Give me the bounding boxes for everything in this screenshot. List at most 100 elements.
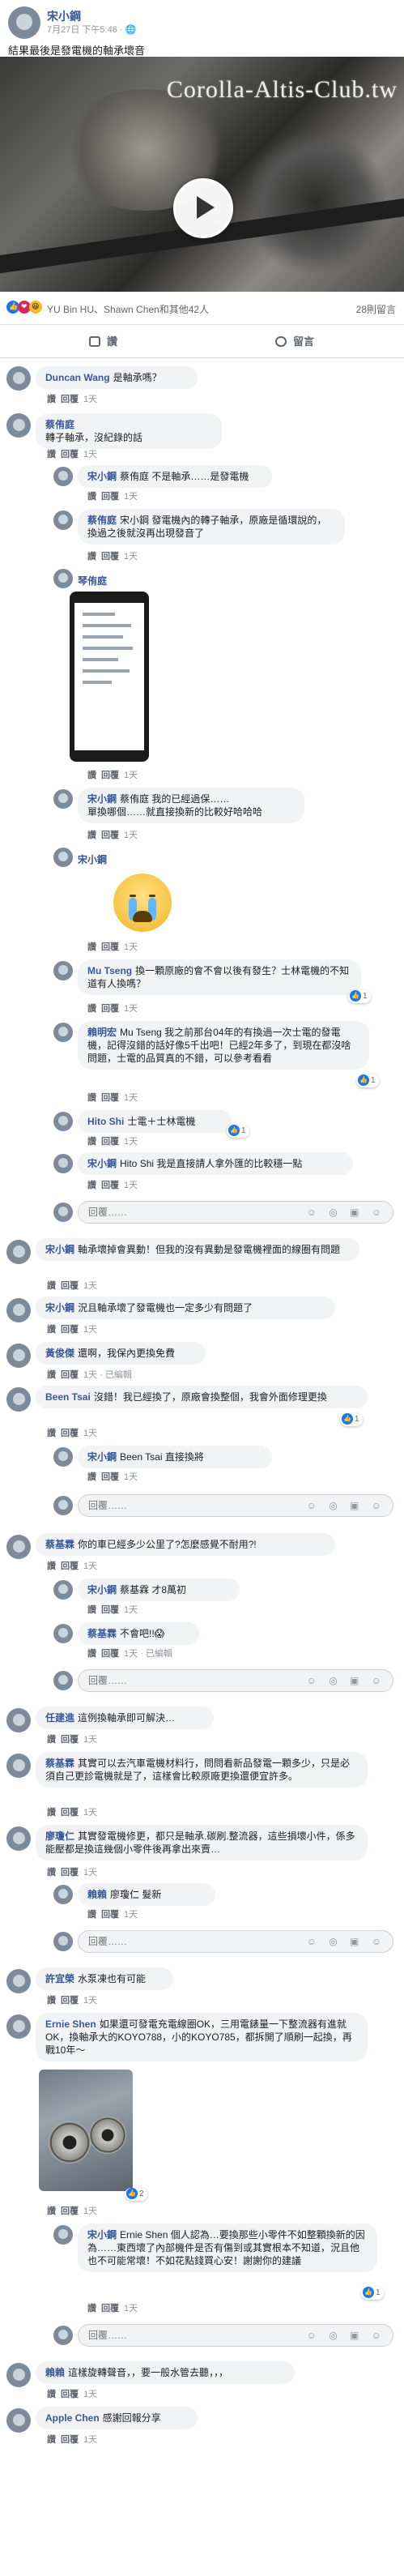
reply-bubble: 賴賴 廖瓊仁 髮新 (78, 1883, 215, 1906)
like-count-badge[interactable]: 2 (125, 2188, 147, 2201)
comment-actions: 讚回覆 1天 (87, 1181, 138, 1190)
like-count-badge[interactable]: 1 (227, 1125, 249, 1138)
avatar[interactable] (6, 413, 31, 438)
comment-bubble: Duncan Wang 是軸承嗎？ (36, 366, 198, 389)
comment-bubble: 宋小鋼 況且軸承壞了發電機也一定多少有問題了 (36, 1297, 335, 1319)
comment-author[interactable]: 琴侑庭 (78, 574, 107, 587)
comment-actions: 讚回覆 1天 (47, 395, 98, 404)
reactions-summary[interactable]: YU Bin HU、Shawn Chen和其他42人 28則留言 (0, 296, 404, 317)
comment-button[interactable]: 留言 (275, 333, 314, 348)
comment-actions: 讚回覆 1天 (47, 1868, 98, 1878)
like-count-badge[interactable]: 1 (348, 990, 371, 1003)
avatar[interactable] (53, 848, 73, 867)
haha-reaction-icon (29, 301, 42, 314)
reaction-names[interactable]: YU Bin HU、Shawn Chen和其他42人 (47, 302, 209, 316)
comment-actions: 讚回覆 1天 (47, 450, 98, 459)
avatar[interactable] (53, 1154, 73, 1173)
avatar[interactable] (6, 1826, 31, 1851)
play-button-icon[interactable] (173, 178, 233, 238)
like-count-badge[interactable]: 1 (356, 1074, 379, 1087)
comment-actions: 讚回覆 1天 (47, 2206, 98, 2216)
avatar[interactable] (6, 1240, 31, 1264)
avatar[interactable] (6, 1708, 31, 1732)
avatar[interactable] (53, 467, 73, 486)
crying-emoji-sticker (113, 874, 172, 932)
comment-actions: 讚回覆 1天 (87, 1004, 138, 1014)
reply-bubble: 宋小鋼 Hito Shi 我是直接請人拿外匯的比較穩一點 (78, 1152, 353, 1175)
avatar[interactable] (6, 1535, 31, 1559)
avatar[interactable] (6, 2363, 31, 2387)
reply-bubble: 宋小鋼 Ernie Shen 個人認為…要換那些小零件不如整顆換新的因為……東西壞… (78, 2224, 377, 2272)
comment-actions: 讚回覆 1天 (47, 1996, 98, 2006)
comment-actions: 讚回覆 1天 (47, 2390, 98, 2399)
my-avatar (53, 1496, 73, 1515)
comment-bubble: Been Tsai 沒錯！我已經換了，原廠會換整個，我會外面修理更換 (36, 1386, 368, 1408)
reply-input[interactable]: ☺ ◎ ▣ ☺ (78, 1669, 393, 1692)
emoji-camera-gif-sticker-icons[interactable]: ☺ ◎ ▣ ☺ (307, 1936, 386, 1947)
reply-input[interactable]: ☺ ◎ ▣ ☺ (78, 1930, 393, 1953)
avatar[interactable] (53, 2225, 73, 2245)
avatar[interactable] (53, 1885, 73, 1904)
avatar[interactable] (53, 1023, 73, 1042)
avatar[interactable] (53, 1624, 73, 1643)
comment-actions: 讚回覆 1天 · 已編輯 (87, 1649, 172, 1659)
reply-bubble: Mu Tseng 換一顆原廠的會不會以後有發生？士林電機的不知道有人換嗎？ (78, 959, 361, 995)
comment-actions: 讚回覆 1天 (47, 2435, 98, 2445)
comment-bubble: Ernie Shen 如果還可發電充電線圈OK，三用電錶量一下整流器有進就OK，換… (36, 2013, 368, 2061)
comment-bubble: 蔡侑庭 轉子軸承，沒紀錄的話 (36, 413, 222, 449)
emoji-camera-gif-sticker-icons[interactable]: ☺ ◎ ▣ ☺ (307, 1500, 386, 1511)
avatar[interactable] (53, 1580, 73, 1600)
comment-count[interactable]: 28則留言 (356, 302, 396, 316)
reply-bubble: Hito Shi 士電＋士林電機 (78, 1110, 232, 1133)
comment-actions: 讚回覆 1天 (87, 552, 138, 562)
comment-actions: 讚回覆 1天 (87, 1137, 138, 1147)
post-video[interactable]: Corolla-Altis-Club.tw (0, 57, 404, 292)
post-timestamp[interactable]: 7月27日 下午5:46 · 🌐 (47, 23, 136, 36)
comment-actions: 讚回覆 1天 (87, 2304, 138, 2313)
comment-bubble: 宋小鋼 軸承壞掉會異動！但我的沒有異動是發電機裡面的線圈有問題 (36, 1238, 359, 1261)
comment-actions: 讚回覆 1天 (47, 1808, 98, 1818)
avatar[interactable] (6, 2408, 31, 2433)
avatar[interactable] (53, 1112, 73, 1131)
avatar[interactable] (53, 511, 73, 530)
comment-actions: 讚回覆 1天 (47, 1325, 98, 1335)
screenshot-image[interactable] (70, 592, 149, 762)
like-count-badge[interactable]: 1 (340, 1413, 363, 1426)
reply-bubble: 宋小鋼 蔡侑庭 不是軸承……是發電機 (78, 465, 272, 488)
emoji-camera-gif-sticker-icons[interactable]: ☺ ◎ ▣ ☺ (307, 2330, 386, 2341)
post-action-bar: 讚 留言 (0, 324, 404, 358)
like-button[interactable]: 讚 (89, 333, 117, 348)
reply-bubble: 賴明宏 Mu Tseng 我之前那台04年的有換過一次士電的發電機，記得沒錯的話好… (78, 1021, 369, 1070)
like-count-badge[interactable]: 1 (361, 2287, 384, 2300)
my-avatar (53, 2326, 73, 2345)
emoji-camera-gif-sticker-icons[interactable]: ☺ ◎ ▣ ☺ (307, 1675, 386, 1686)
comment-icon (275, 336, 287, 347)
reply-input[interactable]: ☺ ◎ ▣ ☺ (78, 1494, 393, 1517)
comment-author[interactable]: 宋小鋼 (78, 852, 107, 866)
comment-bubble: 任建進 這例換軸承即可解決… (36, 1707, 214, 1729)
post-author-name[interactable]: 宋小鋼 (47, 8, 81, 24)
globe-icon: 🌐 (125, 25, 137, 35)
author-avatar[interactable] (8, 6, 40, 39)
avatar[interactable] (6, 1298, 31, 1322)
avatar[interactable] (6, 1754, 31, 1778)
avatar[interactable] (53, 1447, 73, 1467)
bearing-photo[interactable] (39, 2070, 133, 2191)
emoji-camera-gif-sticker-icons[interactable]: ☺ ◎ ▣ ☺ (307, 1207, 386, 1218)
avatar[interactable] (6, 1387, 31, 1412)
comment-actions: 讚回覆 1天 (87, 1910, 138, 1920)
comment-actions: 讚回覆 1天 (47, 1429, 98, 1438)
avatar[interactable] (53, 569, 73, 588)
avatar[interactable] (6, 1969, 31, 1993)
reply-input[interactable]: ☺ ◎ ▣ ☺ (78, 2324, 393, 2347)
reply-input[interactable]: ☺ ◎ ▣ ☺ (78, 1201, 393, 1224)
comment-actions: 讚回覆 1天 (87, 1605, 138, 1615)
avatar[interactable] (6, 366, 31, 391)
comment-bubble: 蔡基霖 你的車已經多少公里了?怎麼感覺不耐用?! (36, 1533, 335, 1556)
avatar[interactable] (53, 961, 73, 980)
reply-bubble: 宋小鋼 Been Tsai 直接換將 (78, 1446, 272, 1468)
avatar[interactable] (6, 2014, 31, 2039)
avatar[interactable] (53, 789, 73, 809)
avatar[interactable] (6, 1344, 31, 1368)
comment-actions: 讚回覆 1天 (47, 1561, 98, 1571)
